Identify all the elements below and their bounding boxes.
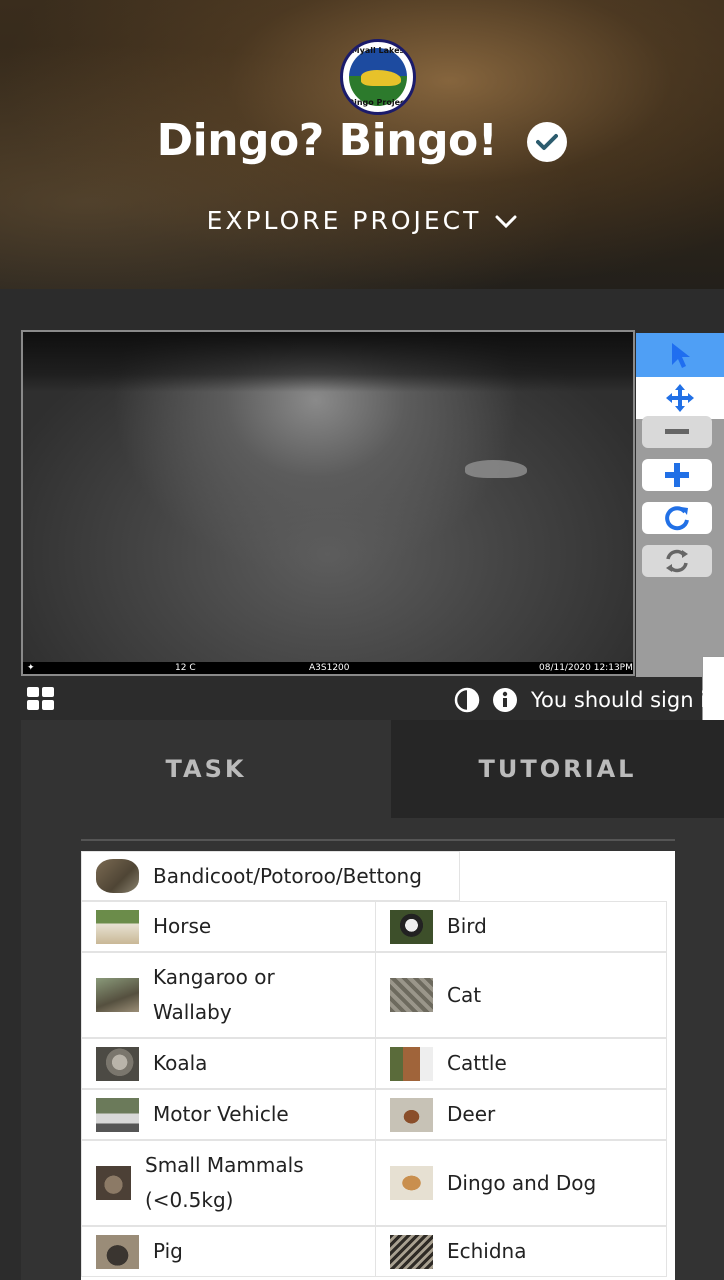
choice-label: Dingo and Dog <box>447 1170 597 1195</box>
grid-view-icon[interactable] <box>27 687 55 711</box>
choice-bird[interactable]: Bird <box>375 901 667 952</box>
explore-project-label: EXPLORE PROJECT <box>206 205 482 235</box>
cattle-thumb-icon <box>390 1046 433 1081</box>
bandicoot-thumb-icon <box>96 859 139 893</box>
cursor-pointer-icon <box>672 343 690 368</box>
pig-thumb-icon <box>96 1234 139 1269</box>
choice-label: Deer <box>447 1102 496 1126</box>
choice-pig[interactable]: Pig <box>81 1226 375 1277</box>
classifier-area: ✦ 12 C A3S1200 08/11/2020 12:13PM You sh… <box>0 289 724 1280</box>
title-row: Dingo? Bingo! <box>0 110 724 170</box>
choice-label: Bird <box>447 914 487 938</box>
choice-kangaroo[interactable]: Kangaroo or Wallaby <box>81 952 375 1038</box>
camera-brand-icon: ✦ <box>27 663 35 673</box>
task-divider <box>81 839 675 841</box>
deer-thumb-icon <box>390 1097 433 1132</box>
koala-thumb-icon <box>96 1046 139 1081</box>
image-tree-line <box>23 332 633 392</box>
dingo-thumb-icon <box>390 1166 433 1200</box>
species-choice-list: Bandicoot/Potoroo/Bettong Horse Bird Kan… <box>81 851 675 1280</box>
choice-cat[interactable]: Cat <box>375 952 667 1038</box>
choice-label: Bandicoot/Potoroo/Bettong <box>153 863 422 888</box>
bird-thumb-icon <box>390 909 433 944</box>
vehicle-thumb-icon <box>96 1097 139 1132</box>
choice-label: Kangaroo or Wallaby <box>153 965 275 1024</box>
plus-icon <box>665 463 689 487</box>
subject-meta-bar: You should sign in <box>0 681 724 719</box>
choice-label: Horse <box>153 914 212 938</box>
verified-badge-icon <box>527 122 568 162</box>
project-header: Myall Lakes Dingo Project Dingo? Bingo! … <box>0 0 724 289</box>
meta-icons <box>454 687 518 717</box>
choice-deer[interactable]: Deer <box>375 1089 667 1140</box>
choice-bandicoot[interactable]: Bandicoot/Potoroo/Bettong <box>81 851 460 901</box>
image-animal <box>465 460 527 478</box>
choice-label: Cat <box>447 982 482 1007</box>
reset-icon <box>666 549 688 573</box>
image-toolbar <box>636 333 724 677</box>
choice-koala[interactable]: Koala <box>81 1038 375 1089</box>
camera-temperature: 12 C <box>175 663 196 673</box>
rotate-icon <box>665 506 689 531</box>
choice-dingo-and-dog[interactable]: Dingo and Dog <box>375 1140 667 1226</box>
cat-thumb-icon <box>390 978 433 1012</box>
logo-top-text: Myall Lakes <box>351 46 405 55</box>
zoom-in-button[interactable] <box>642 459 712 491</box>
choice-label: Koala <box>153 1051 208 1075</box>
tab-task[interactable]: TASK <box>21 720 391 818</box>
horse-thumb-icon <box>96 909 139 944</box>
choice-echidna[interactable]: Echidna <box>375 1226 667 1277</box>
choice-cattle[interactable]: Cattle <box>375 1038 667 1089</box>
zoom-out-button[interactable] <box>642 416 712 448</box>
chevron-down-icon <box>495 206 517 235</box>
small-mammal-thumb-icon <box>96 1166 131 1200</box>
move-arrows-icon <box>666 384 694 412</box>
project-logo[interactable]: Myall Lakes Dingo Project <box>340 39 416 115</box>
choice-motor-vehicle[interactable]: Motor Vehicle <box>81 1089 375 1140</box>
choice-label: Cattle <box>447 1051 507 1075</box>
camera-id: A3S1200 <box>309 663 350 673</box>
choice-label: Motor Vehicle <box>153 1102 289 1126</box>
choice-label: Echidna <box>447 1239 527 1263</box>
camera-timestamp: 08/11/2020 12:13PM <box>539 663 633 673</box>
subject-image[interactable]: ✦ 12 C A3S1200 08/11/2020 12:13PM <box>21 330 635 676</box>
project-title: Dingo? Bingo! <box>156 114 498 166</box>
annotate-tool-button[interactable] <box>636 333 724 377</box>
choice-label: Pig <box>153 1239 183 1263</box>
dingo-logo-icon <box>361 70 401 86</box>
signin-prompt[interactable]: You should sign in <box>531 688 719 712</box>
minus-icon <box>665 429 689 434</box>
choice-label: Small Mammals (<0.5kg) <box>145 1153 304 1212</box>
logo-bottom-text: Dingo Project <box>347 98 409 107</box>
pan-tool-button[interactable] <box>636 377 724 419</box>
tab-tutorial[interactable]: TUTORIAL <box>391 720 724 818</box>
choice-small-mammals[interactable]: Small Mammals (<0.5kg) <box>81 1140 375 1226</box>
rotate-button[interactable] <box>642 502 712 534</box>
camera-stamp: ✦ 12 C A3S1200 08/11/2020 12:13PM <box>23 662 633 674</box>
info-icon[interactable] <box>492 687 518 717</box>
explore-project-button[interactable]: EXPLORE PROJECT <box>0 200 724 240</box>
choice-horse[interactable]: Horse <box>81 901 375 952</box>
reset-button[interactable] <box>642 545 712 577</box>
echidna-thumb-icon <box>390 1234 433 1269</box>
task-panel: TASK TUTORIAL Bandicoot/Potoroo/Bettong … <box>21 720 724 1280</box>
invert-colors-icon[interactable] <box>454 687 480 717</box>
kangaroo-thumb-icon <box>96 978 139 1012</box>
